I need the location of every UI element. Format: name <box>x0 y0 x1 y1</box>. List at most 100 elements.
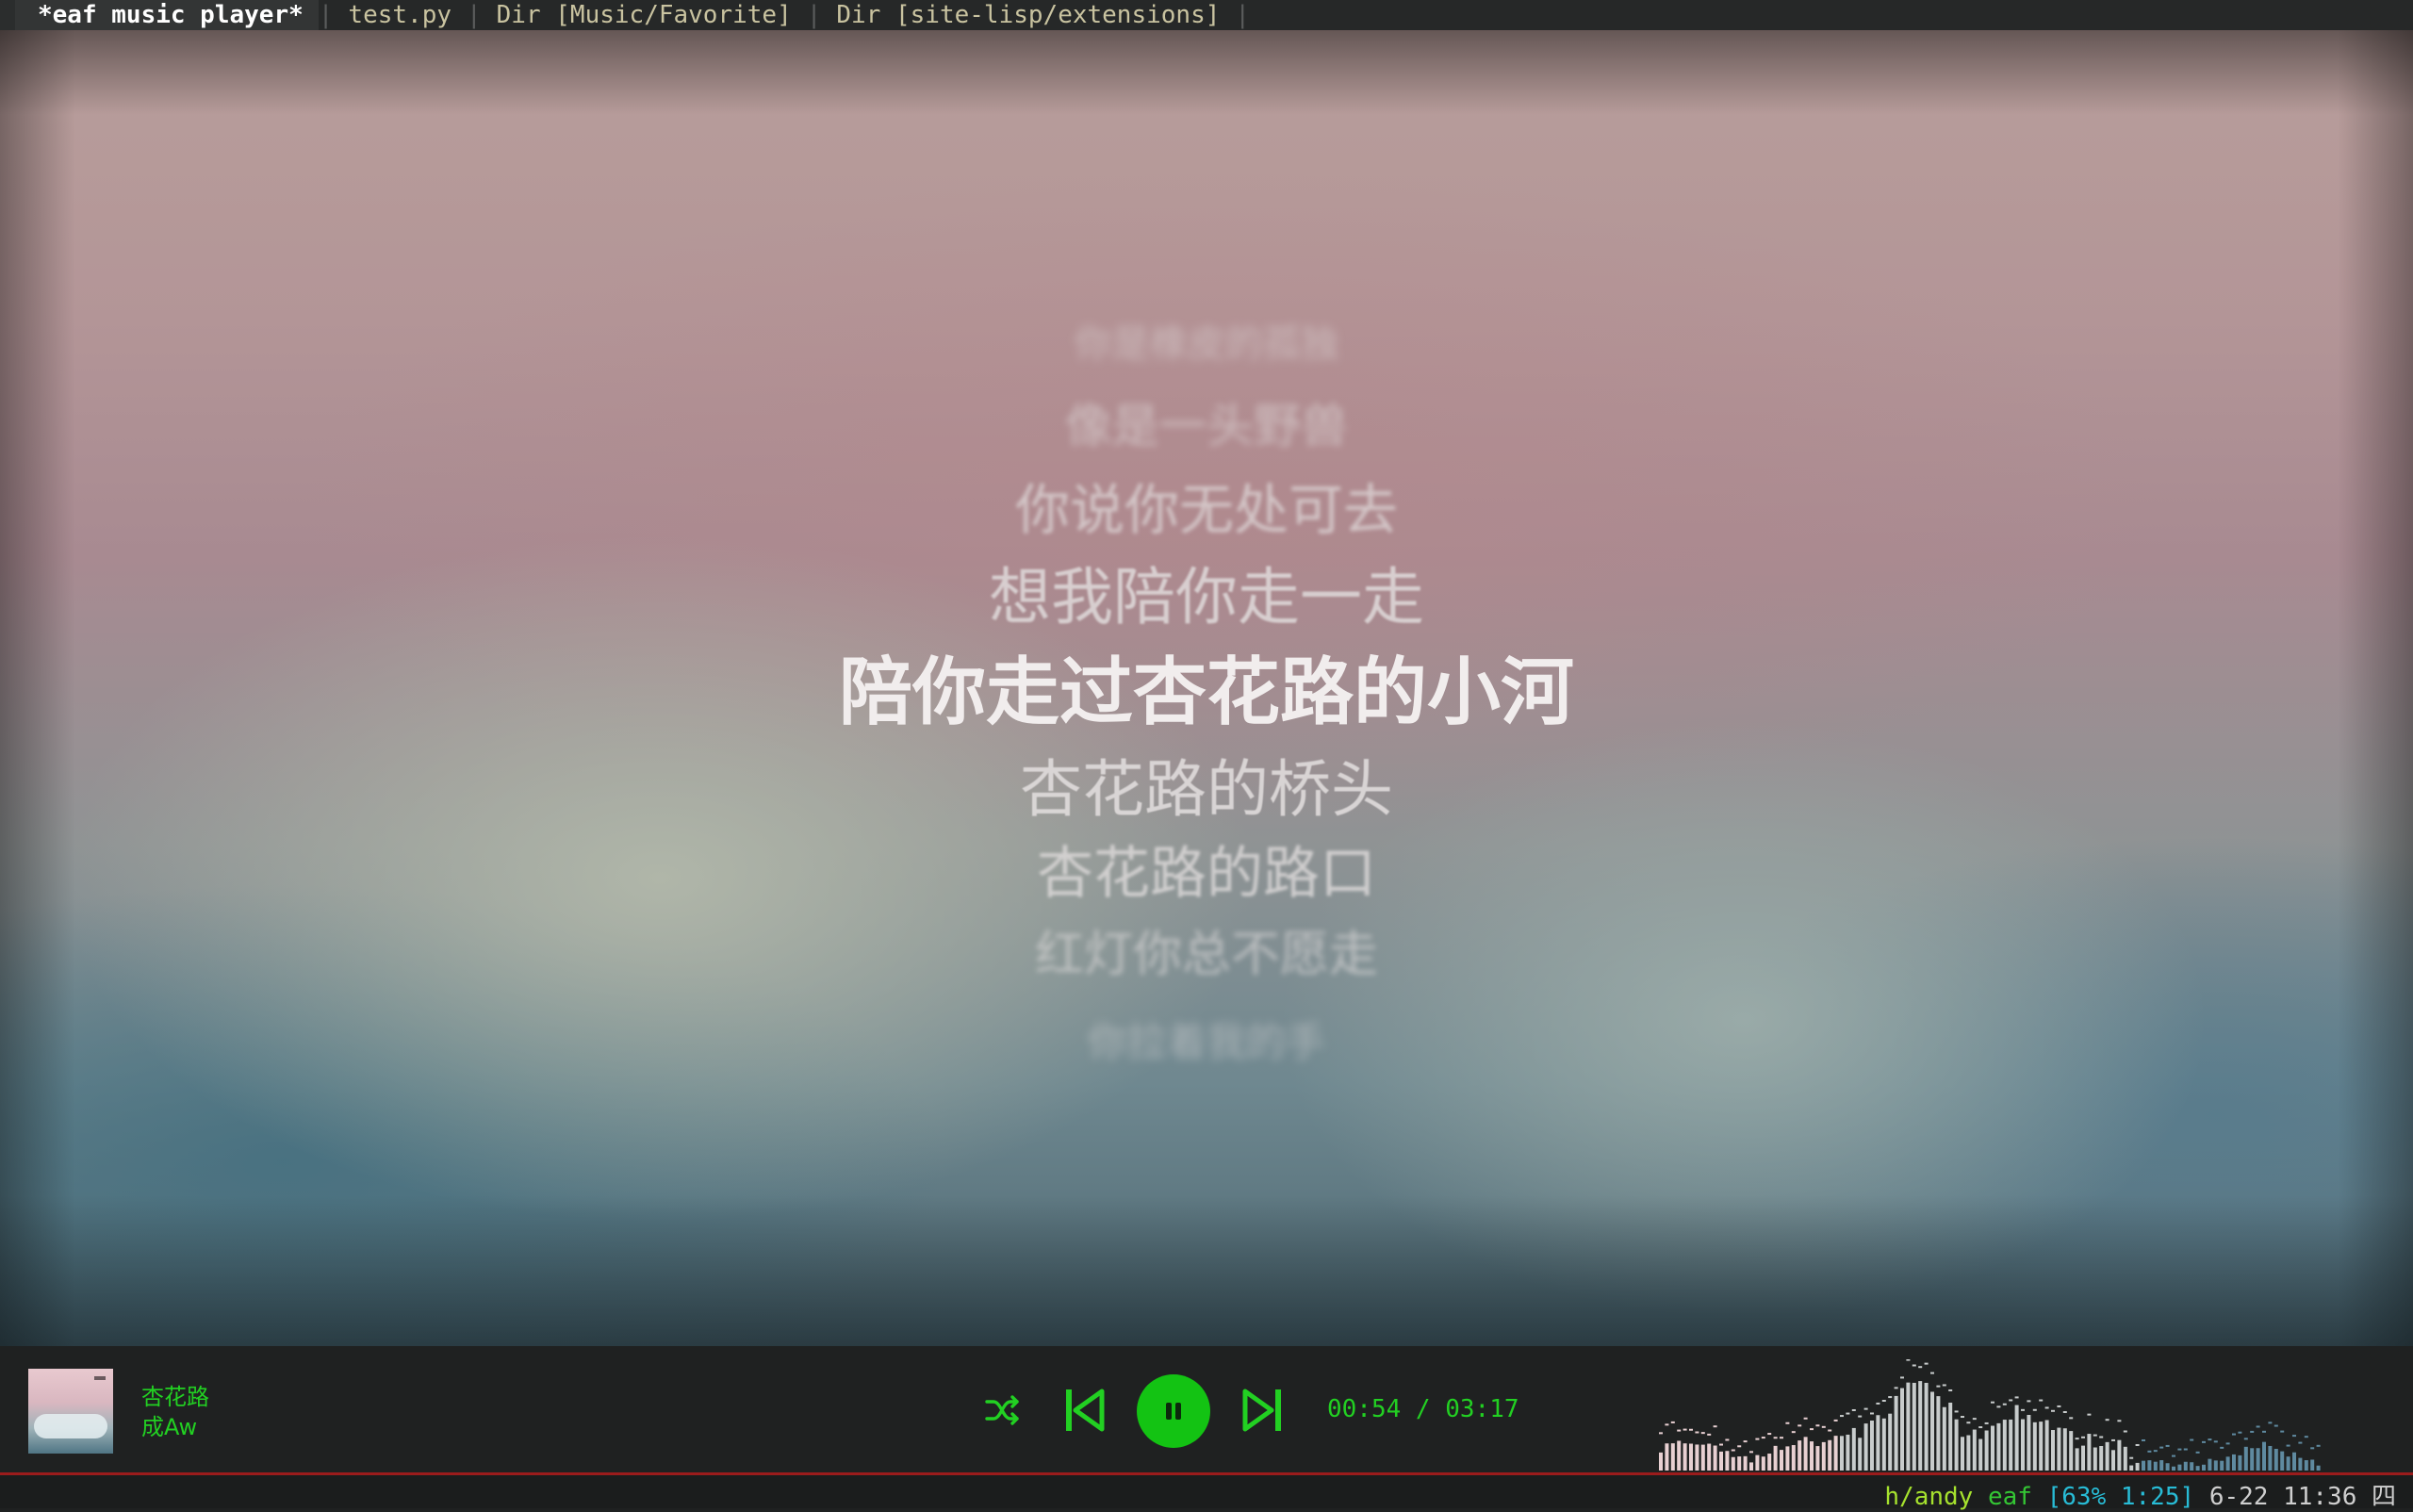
shuffle-button[interactable] <box>982 1389 1024 1431</box>
visualizer-bar <box>2220 1460 2224 1471</box>
visualizer-bar <box>2093 1447 2097 1471</box>
visualizer-peak <box>1912 1364 1916 1367</box>
visualizer-peak <box>1670 1421 1675 1423</box>
visualizer-peak <box>2021 1408 2025 1411</box>
visualizer-peak <box>1881 1400 1886 1403</box>
play-pause-button[interactable] <box>1137 1374 1210 1448</box>
lyrics-panel: 你是橡皮的孤独 像是一头野兽 你说你无处可去 想我陪你走一走 陪你走过杏花路的小… <box>0 30 2413 1346</box>
visualizer-peak <box>1695 1431 1699 1434</box>
lyric-line: 你说你无处可去 <box>1014 478 1398 542</box>
visualizer-bar <box>2232 1454 2236 1471</box>
tab-dir-music-favorite[interactable]: Dir [Music/Favorite] <box>482 0 807 30</box>
visualizer-peak <box>2286 1444 2290 1447</box>
visualizer-peak <box>2142 1438 2145 1441</box>
visualizer-bar <box>1803 1437 1808 1471</box>
visualizer-peak <box>2032 1408 2037 1411</box>
visualizer-peak <box>2135 1443 2140 1446</box>
visualizer-bar <box>1870 1421 1874 1471</box>
visualizer-bar <box>2273 1448 2278 1471</box>
visualizer-peak <box>1677 1429 1682 1432</box>
visualizer-peak <box>2014 1396 2019 1399</box>
visualizer-bar <box>1785 1446 1790 1471</box>
mode-line-status: h/andy eaf [63% 1:25] 6-22 11:36 四 <box>1884 1477 2396 1512</box>
visualizer-peak <box>1996 1405 2001 1408</box>
lyric-line: 像是一头野兽 <box>1065 399 1348 453</box>
visualizer-bar <box>1888 1413 1893 1471</box>
pause-icon <box>1166 1403 1181 1420</box>
visualizer-bar <box>1670 1443 1675 1471</box>
next-button[interactable] <box>1240 1388 1284 1433</box>
visualizer-peak <box>1761 1437 1765 1439</box>
visualizer-peak <box>2129 1456 2134 1459</box>
visualizer-peak <box>1930 1372 1934 1374</box>
visualizer-bar <box>1725 1451 1730 1471</box>
visualizer-peak <box>1833 1419 1838 1422</box>
previous-button[interactable] <box>1063 1388 1107 1433</box>
visualizer-bar <box>1991 1425 1994 1471</box>
visualizer-bar <box>1767 1454 1772 1471</box>
visualizer-bar <box>2238 1454 2242 1471</box>
visualizer-bar <box>1863 1423 1868 1471</box>
visualizer-bar <box>1810 1441 1814 1471</box>
visualizer-bar <box>1677 1440 1682 1471</box>
visualizer-bar <box>2202 1464 2206 1471</box>
visualizer-peak <box>2062 1411 2067 1414</box>
visualizer-bar <box>2310 1459 2315 1471</box>
visualizer-peak <box>1948 1389 1953 1391</box>
visualizer-peak <box>1821 1425 1826 1428</box>
visualizer-peak <box>2087 1413 2092 1416</box>
visualizer-peak <box>1954 1410 1959 1413</box>
visualizer-bar <box>2081 1445 2085 1471</box>
visualizer-peak <box>1966 1422 1971 1424</box>
visualizer-peak <box>2153 1450 2158 1453</box>
tab-dir-site-lisp-extensions[interactable]: Dir [site-lisp/extensions] <box>821 0 1235 30</box>
visualizer-peak <box>1737 1445 1742 1448</box>
visualizer-bar <box>2165 1463 2170 1471</box>
visualizer-peak <box>1846 1412 1850 1415</box>
album-cover-mark <box>94 1376 106 1380</box>
visualizer-bar <box>2286 1456 2290 1471</box>
visualizer-bar <box>1797 1440 1802 1471</box>
tab-separator: | <box>1235 1 1251 29</box>
tab-eaf-music-player[interactable]: *eaf music player* <box>15 0 319 30</box>
visualizer-peak <box>2172 1454 2175 1457</box>
visualizer-bar <box>1773 1445 1778 1471</box>
visualizer-bar <box>2044 1420 2049 1471</box>
visualizer-peak <box>2280 1430 2285 1433</box>
visualizer-peak <box>1713 1425 1717 1428</box>
visualizer-peak <box>1810 1428 1814 1431</box>
visualizer-peak <box>1743 1440 1748 1443</box>
visualizer-peak <box>1972 1418 1977 1421</box>
visualizer-bar <box>2172 1466 2175 1471</box>
visualizer-bar <box>2039 1422 2044 1471</box>
tab-test-py[interactable]: test.py <box>333 0 467 30</box>
tab-separator: | <box>467 1 482 29</box>
visualizer-bar <box>2032 1422 2037 1471</box>
visualizer-peak <box>2105 1419 2109 1422</box>
visualizer-bar <box>1840 1436 1844 1471</box>
skip-next-icon <box>1242 1389 1281 1432</box>
visualizer-peak <box>1984 1422 1989 1424</box>
total-time: 03:17 <box>1445 1395 1519 1423</box>
visualizer-bar <box>1761 1456 1765 1471</box>
visualizer-peak <box>1665 1423 1669 1426</box>
visualizer-bar <box>2057 1427 2061 1471</box>
visualizer-peak <box>1773 1437 1778 1439</box>
skip-previous-icon <box>1066 1389 1105 1432</box>
visualizer-bar <box>1683 1443 1687 1471</box>
visualizer-bar <box>1689 1443 1693 1471</box>
visualizer-bar <box>1936 1396 1941 1471</box>
visualizer-bar <box>1894 1395 1898 1471</box>
visualizer-peak <box>2002 1403 2007 1405</box>
song-artist: 成Aw <box>141 1414 198 1440</box>
album-cover[interactable] <box>28 1369 113 1454</box>
visualizer-peak <box>1961 1416 1964 1419</box>
visualizer-bar <box>2159 1460 2164 1471</box>
visualizer-bar <box>1876 1415 1880 1471</box>
visualizer-bar <box>1780 1450 1783 1471</box>
visualizer-bar <box>2243 1446 2248 1471</box>
visualizer-bar <box>1749 1462 1753 1471</box>
visualizer-peak <box>2190 1438 2194 1441</box>
visualizer-peak <box>2057 1405 2061 1407</box>
visualizer-peak <box>1888 1396 1893 1399</box>
